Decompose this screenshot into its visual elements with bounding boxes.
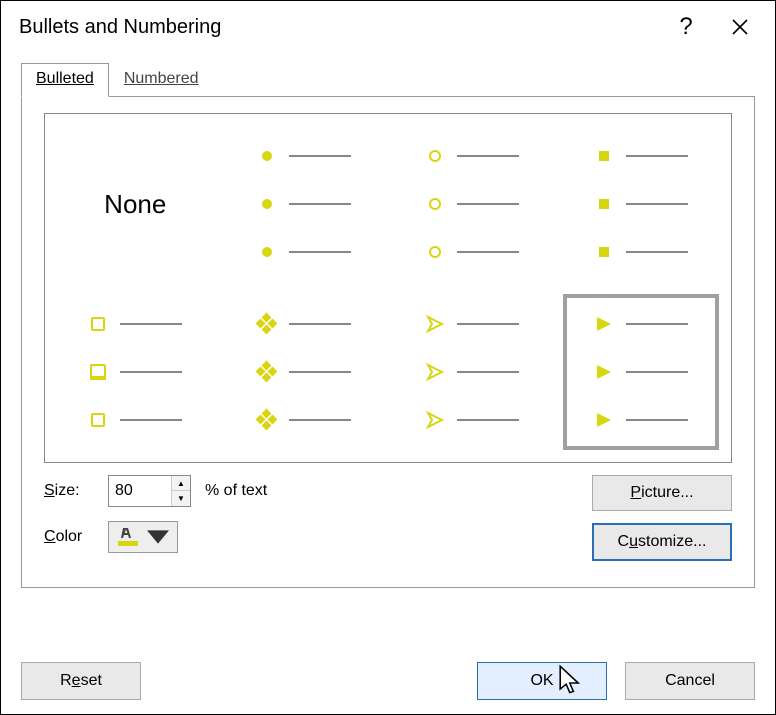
preset-none-label: None (104, 189, 166, 220)
picture-button[interactable]: Picture... (592, 475, 732, 511)
font-color-icon (117, 527, 139, 547)
size-label: Size: (44, 482, 94, 500)
bullet-preset-grid: None (44, 113, 732, 463)
preset-filled-dot[interactable] (220, 120, 389, 288)
size-input[interactable] (109, 476, 171, 506)
title-bar: Bullets and Numbering ? (1, 1, 775, 53)
customize-button[interactable]: Customize... (592, 523, 732, 561)
preset-filled-square[interactable] (557, 120, 726, 288)
color-picker[interactable] (108, 521, 178, 553)
preset-open-circle[interactable] (388, 120, 557, 288)
tab-panel-bulleted: None (21, 97, 755, 588)
close-icon (731, 18, 749, 36)
diamond-cluster-icon (258, 315, 276, 333)
hollow-square-icon (91, 317, 105, 331)
tab-numbered[interactable]: Numbered (109, 63, 214, 97)
reset-button[interactable]: Reset (21, 662, 141, 700)
size-spinner[interactable]: ▲ ▼ (108, 475, 191, 507)
size-spin-up[interactable]: ▲ (172, 476, 190, 491)
ok-button[interactable]: OK (477, 662, 607, 700)
chevron-down-icon (147, 527, 169, 547)
dialog-button-bar: Reset OK Cancel (1, 648, 775, 714)
size-spin-down[interactable]: ▼ (172, 491, 190, 506)
preset-diamond-cluster[interactable] (220, 288, 389, 456)
size-suffix: % of text (205, 482, 267, 500)
open-circle-icon (429, 150, 441, 162)
preset-arrow-filled[interactable] (557, 288, 726, 456)
help-button[interactable]: ? (659, 1, 713, 53)
preset-arrow-outline[interactable] (388, 288, 557, 456)
dialog-title: Bullets and Numbering (19, 16, 659, 39)
filled-square-icon (599, 151, 609, 161)
tab-bulleted[interactable]: Bulleted (21, 63, 109, 97)
close-button[interactable] (713, 1, 767, 53)
color-label: Color (44, 528, 94, 546)
cancel-button[interactable]: Cancel (625, 662, 755, 700)
preset-none[interactable]: None (51, 120, 220, 288)
arrow-filled-icon (594, 314, 614, 334)
arrow-outline-icon (425, 314, 445, 334)
filled-dot-icon (262, 151, 272, 161)
preset-hollow-square[interactable] (51, 288, 220, 456)
tab-strip: Bulleted Numbered (21, 63, 755, 97)
